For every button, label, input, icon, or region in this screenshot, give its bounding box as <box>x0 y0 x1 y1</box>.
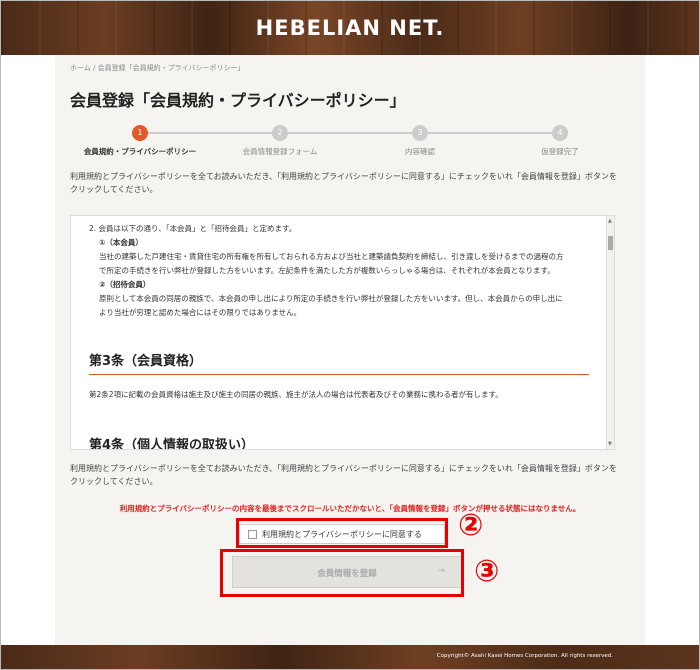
site-header: HEBELIAN NET. <box>1 1 699 55</box>
intro-text-bottom: 利用規約とプライバシーポリシーを全てお読みいただき、「利用規約とプライバシーポリ… <box>70 462 630 488</box>
copyright: Copyright© Asahi Kasei Homes Corporation… <box>436 653 613 659</box>
terms-paragraph: 原則として本会員の同居の親族で、本会員の申し出により所定の手続きを行い弊社が登録… <box>99 294 563 303</box>
article-3-heading: 第3条（会員資格） <box>89 354 203 369</box>
site-footer: Copyright© Asahi Kasei Homes Corporation… <box>1 645 699 669</box>
site-logo[interactable]: HEBELIAN NET. <box>1 16 699 40</box>
article-divider <box>89 374 589 375</box>
intro-line-2: クリックしてください。 <box>70 477 158 486</box>
terms-paragraph: 第2条2項に記載の会員資格は施主及び施主の同居の親族、施主が法人の場合は代表者及… <box>89 390 503 399</box>
step-label: 会員規約・プライバシーポリシー <box>83 147 197 156</box>
step-label: 内容確認 <box>405 147 435 156</box>
terms-paragraph: 当社の建築した戸建住宅・賃貸住宅の所有権を所有しておられる方および当社と建築請負… <box>99 252 564 261</box>
page-title: 会員登録「会員規約・プライバシーポリシー」 <box>70 91 406 110</box>
step-label: 仮登録完了 <box>541 147 579 156</box>
terms-paragraph: 2. 会員は以下の通り、「本会員」と「招待会員」と定めます。 <box>89 224 297 233</box>
intro-line-1: 利用規約とプライバシーポリシーを全てお読みいただき、「利用規約とプライバシーポリ… <box>70 172 617 181</box>
terms-scroll-box[interactable]: 2. 会員は以下の通り、「本会員」と「招待会員」と定めます。 ①（本会員） 当社… <box>70 215 615 450</box>
annotation-label-3: ③ <box>474 554 500 589</box>
scroll-thumb[interactable] <box>608 236 613 250</box>
article-4-heading: 第4条（個人情報の取扱い） <box>89 438 255 450</box>
step-number: 1 <box>132 125 148 141</box>
breadcrumb[interactable]: ホーム / 会員登録「会員規約・プライバシーポリシー」 <box>70 63 244 73</box>
terms-subheading: ②（招待会員） <box>99 280 151 289</box>
annotation-box-2 <box>236 518 448 548</box>
scroll-warning: 利用規約とプライバシーポリシーの内容を最後までスクロールいただかないと、「会員情… <box>119 504 581 513</box>
left-margin <box>1 55 55 645</box>
intro-line-2: クリックしてください。 <box>70 185 158 194</box>
terms-paragraph: より当社が穷理と認めた場合にはその限りではありません。 <box>99 308 302 317</box>
progress-steps: 1 会員規約・プライバシーポリシー 2 会員情報登録フォーム 3 内容確認 4 … <box>70 125 630 165</box>
terms-subheading: ①（本会員） <box>99 238 143 247</box>
step-number: 4 <box>552 125 568 141</box>
step-3: 3 内容確認 <box>350 125 490 157</box>
step-4: 4 仮登録完了 <box>490 125 630 157</box>
annotation-box-3 <box>220 549 464 597</box>
terms-scrollbar[interactable]: ▲ ▼ <box>606 216 614 449</box>
step-1: 1 会員規約・プライバシーポリシー <box>70 125 210 157</box>
step-label: 会員情報登録フォーム <box>242 147 318 156</box>
step-number: 3 <box>412 125 428 141</box>
intro-line-1: 利用規約とプライバシーポリシーを全てお読みいただき、「利用規約とプライバシーポリ… <box>70 464 617 473</box>
scroll-down-icon[interactable]: ▼ <box>608 441 612 447</box>
step-2: 2 会員情報登録フォーム <box>210 125 350 157</box>
terms-paragraph: で所定の手続きを行い弊社が登録した方をいいます。左記条件を満たした方が複数いらっ… <box>99 266 555 275</box>
step-number: 2 <box>272 125 288 141</box>
scroll-up-icon[interactable]: ▲ <box>608 218 612 224</box>
annotation-label-2: ② <box>458 508 484 543</box>
intro-text-top: 利用規約とプライバシーポリシーを全てお読みいただき、「利用規約とプライバシーポリ… <box>70 170 630 196</box>
